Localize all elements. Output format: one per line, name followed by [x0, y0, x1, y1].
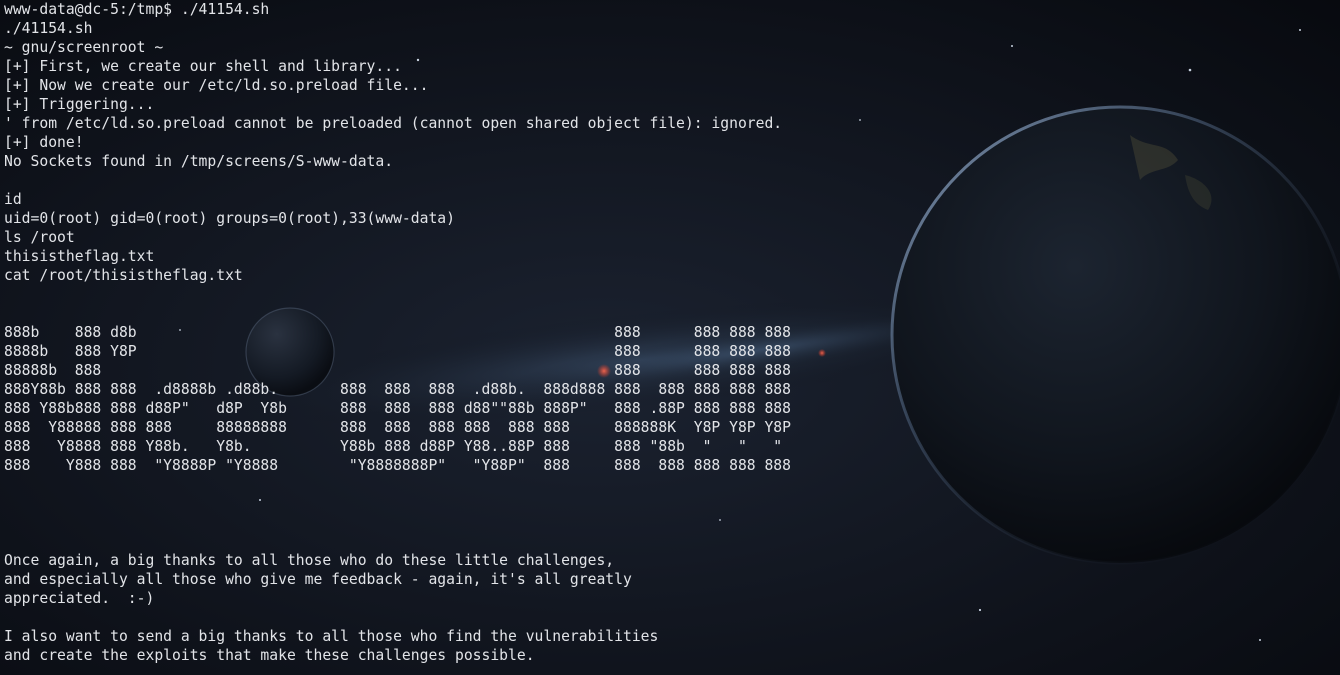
terminal-line: [+] Triggering...	[4, 96, 155, 113]
terminal-line: ./41154.sh	[4, 20, 93, 37]
ascii-art-line: 888 Y8888 888 Y88b. Y8b. Y88b 888 d88P Y…	[4, 438, 783, 455]
ascii-art-line: 888Y88b 888 888 .d8888b .d88b. 888 888 8…	[4, 381, 791, 398]
terminal-output: www-data@dc-5:/tmp$ ./41154.sh ./41154.sh…	[0, 0, 1340, 665]
terminal-line: and especially all those who give me fee…	[4, 571, 632, 588]
terminal-line: [+] done!	[4, 134, 84, 151]
ascii-art-line: 88888b 888 888 888 888 888	[4, 362, 791, 379]
terminal-line: [+] First, we create our shell and libra…	[4, 58, 402, 75]
terminal-line: I also want to send a big thanks to all …	[4, 628, 659, 645]
terminal-line: ' from /etc/ld.so.preload cannot be prel…	[4, 115, 783, 132]
ascii-art-line: 888b 888 d8b 888 888 888 888	[4, 324, 791, 341]
terminal-line: Once again, a big thanks to all those wh…	[4, 552, 615, 569]
terminal-line: ~ gnu/screenroot ~	[4, 39, 164, 56]
ascii-art-line: 888 Y88b888 888 d88P" d8P Y8b 888 888 88…	[4, 400, 791, 417]
terminal-line: ls /root	[4, 229, 75, 246]
ascii-art-line: 8888b 888 Y8P 888 888 888 888	[4, 343, 791, 360]
terminal-line: thisistheflag.txt	[4, 248, 155, 265]
terminal-line: No Sockets found in /tmp/screens/S-www-d…	[4, 153, 394, 170]
terminal-line: uid=0(root) gid=0(root) groups=0(root),3…	[4, 210, 455, 227]
terminal-line: and create the exploits that make these …	[4, 647, 535, 664]
ascii-art-line: 888 Y88888 888 888 88888888 888 888 888 …	[4, 419, 791, 436]
terminal-line: [+] Now we create our /etc/ld.so.preload…	[4, 77, 429, 94]
ascii-art-line: 888 Y888 888 "Y8888P "Y8888 "Y8888888P" …	[4, 457, 791, 474]
terminal-line: cat /root/thisistheflag.txt	[4, 267, 243, 284]
terminal-line: appreciated. :-)	[4, 590, 155, 607]
terminal-line: www-data@dc-5:/tmp$ ./41154.sh	[4, 1, 270, 18]
terminal-line: id	[4, 191, 22, 208]
terminal-window[interactable]: www-data@dc-5:/tmp$ ./41154.sh ./41154.sh…	[0, 0, 1340, 675]
